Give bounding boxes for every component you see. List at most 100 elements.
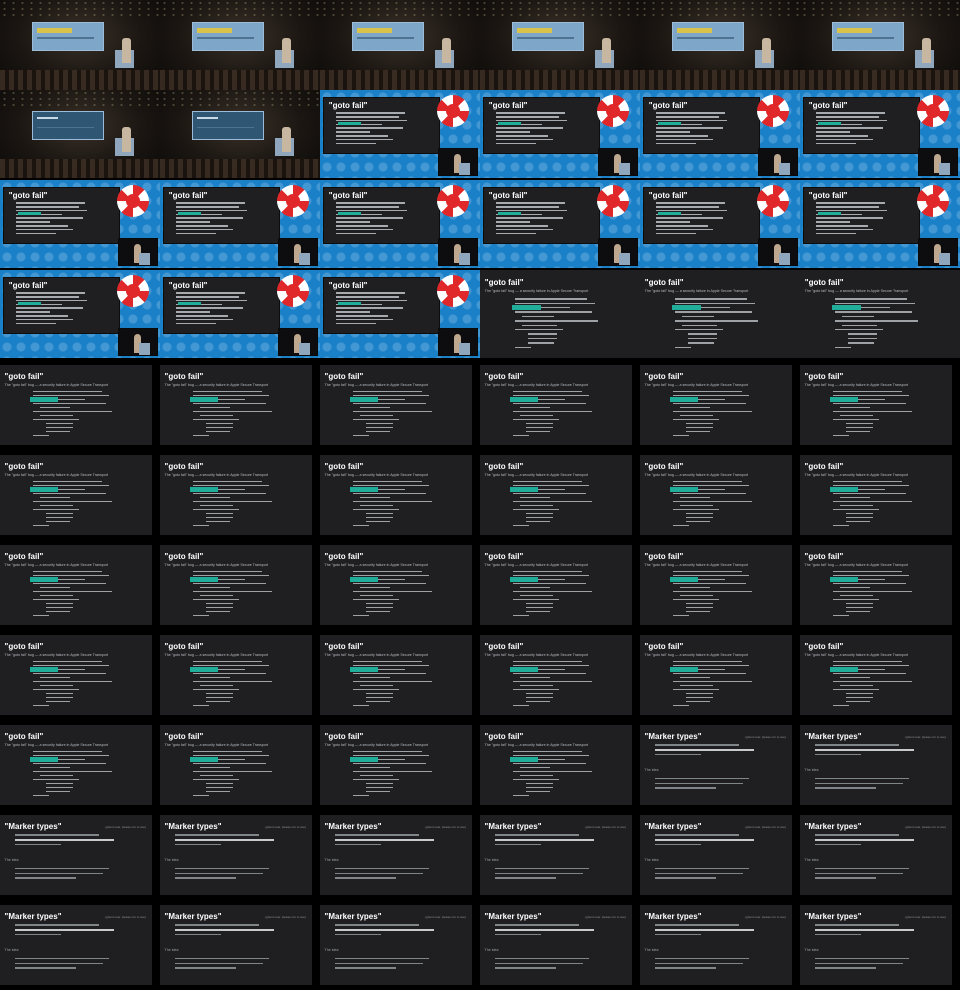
code-line	[815, 206, 880, 208]
slide-title: "goto fail"	[324, 372, 364, 382]
slide-title: "goto fail"	[488, 101, 528, 111]
code-line	[365, 692, 393, 694]
highlighted-code-line	[30, 487, 58, 492]
code-line	[673, 390, 742, 392]
podium	[618, 253, 631, 266]
code-line	[839, 414, 873, 416]
code-line	[175, 311, 211, 313]
code-line	[513, 778, 560, 780]
video-frame-thumbnail: "goto fail"	[800, 90, 960, 178]
code-line	[688, 342, 714, 344]
code-line	[685, 610, 710, 612]
code-line	[673, 484, 750, 486]
bullet-text-line	[335, 967, 396, 969]
code-line	[525, 602, 553, 604]
code-line	[495, 225, 548, 227]
code-line	[513, 484, 590, 486]
speaker-camera-inset	[438, 237, 479, 267]
bullet-text-line	[815, 957, 910, 960]
code-line	[33, 750, 102, 752]
video-frame-thumbnail: "goto fail" The "goto fail" bug — a secur…	[480, 365, 632, 445]
speaker-camera-inset	[118, 237, 159, 267]
code-line	[515, 320, 599, 322]
speaker-camera-inset	[438, 327, 479, 357]
slide-title: "goto fail"	[644, 277, 684, 287]
code-line	[353, 410, 433, 412]
highlighted-code-line	[30, 577, 58, 582]
code-line	[353, 434, 369, 436]
bullet-text-line	[15, 957, 110, 960]
code-line	[353, 688, 400, 690]
highlighted-code-line	[338, 212, 362, 215]
code-line	[815, 217, 883, 219]
highlighted-code-line	[510, 667, 538, 672]
code-line	[33, 484, 110, 486]
code-line	[513, 660, 582, 662]
code-line	[833, 500, 913, 502]
code-line	[815, 228, 874, 231]
code-line	[673, 394, 750, 396]
speaker-camera-inset	[758, 237, 799, 267]
code-line	[193, 390, 262, 392]
slide-subtitle: The "goto fail" bug — a security failure…	[484, 742, 588, 747]
video-frame-thumbnail: "goto fail" The "goto fail" bug — a secur…	[0, 725, 152, 805]
code-line	[193, 664, 270, 666]
code-line	[33, 410, 113, 412]
speaker-camera-inset	[118, 327, 159, 357]
code-line	[45, 606, 73, 608]
bullet-text-line	[495, 929, 594, 931]
conference-logo-icon	[276, 275, 309, 308]
code-line	[845, 422, 873, 424]
screen-banner	[517, 27, 553, 33]
bullet-text-line	[495, 877, 556, 879]
code-line	[513, 590, 593, 592]
highlighted-code-line	[830, 487, 858, 492]
slide-title: "goto fail"	[164, 642, 204, 652]
video-frame-thumbnail: "goto fail"	[160, 270, 320, 358]
slide-note: (ghost note: please run to see)	[905, 734, 946, 739]
bullet-text-line	[15, 967, 76, 969]
code-line	[833, 480, 902, 482]
slide-title: "goto fail"	[488, 191, 528, 201]
ceiling-lights	[800, 0, 960, 18]
video-frame-thumbnail: "goto fail" The "goto fail" bug — a secur…	[320, 545, 472, 625]
code-line	[33, 688, 80, 690]
section-heading: The idea	[164, 858, 179, 863]
code-line	[513, 480, 582, 482]
slide-title: "goto fail"	[4, 462, 44, 472]
code-line	[495, 142, 537, 145]
highlighted-code-line	[658, 122, 682, 125]
code-line	[673, 480, 742, 482]
section-heading: The idea	[804, 768, 819, 773]
video-frame-thumbnail	[0, 0, 160, 90]
highlighted-code-line	[338, 302, 362, 305]
code-line	[205, 516, 233, 518]
code-line	[365, 786, 393, 788]
code-line	[495, 202, 565, 204]
code-line	[39, 766, 70, 768]
video-frame-thumbnail: "goto fail" The "goto fail" bug — a secur…	[160, 635, 312, 715]
code-line	[519, 504, 553, 506]
code-line	[199, 406, 230, 408]
code-line	[525, 606, 553, 608]
slide-title: "goto fail"	[484, 277, 524, 287]
code-line	[839, 676, 870, 678]
slide-note: (ghost note: please run to see)	[105, 824, 146, 829]
slide-title: "goto fail"	[168, 281, 208, 291]
code-line	[33, 672, 107, 674]
slide-panel: "goto fail"	[3, 187, 121, 244]
code-line	[839, 684, 873, 686]
code-line	[335, 315, 388, 317]
bullet-text-line	[655, 843, 701, 846]
code-line	[45, 426, 73, 428]
code-line	[45, 692, 73, 694]
section-heading: The idea	[324, 948, 339, 953]
code-line	[513, 574, 590, 576]
video-frame-thumbnail: "goto fail"	[480, 90, 640, 178]
code-line	[15, 292, 85, 294]
podium	[938, 253, 951, 266]
code-line	[673, 570, 742, 572]
slide-panel: "goto fail"	[643, 187, 761, 244]
code-line	[839, 594, 873, 596]
code-line	[359, 504, 393, 506]
